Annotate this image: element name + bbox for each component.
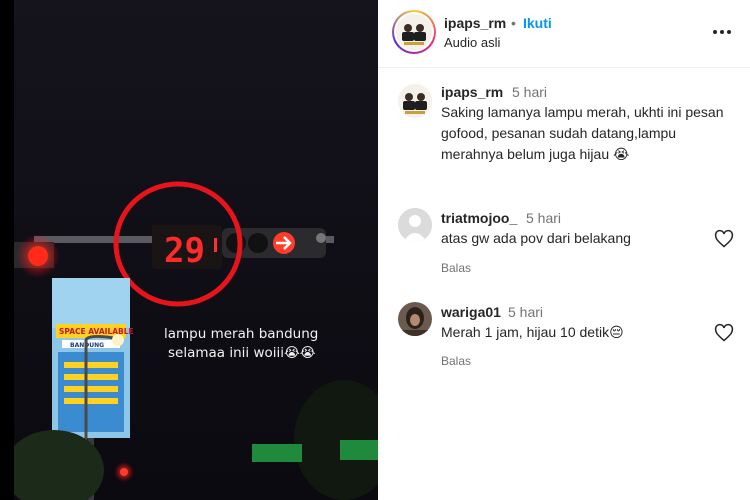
comment-text: Merah 1 jam, hijau 10 detik😔 xyxy=(441,324,624,340)
default-avatar-icon xyxy=(398,208,432,242)
comment-text: atas gw ada pov dari belakang xyxy=(441,230,631,246)
comment-item: triatmojoo_ 5 hari atas gw ada pov dari … xyxy=(378,206,750,286)
comment-time: 5 hari xyxy=(526,210,562,226)
caption-username[interactable]: ipaps_rm xyxy=(441,84,503,100)
countdown-digits: 29 xyxy=(164,231,205,271)
like-heart-icon[interactable] xyxy=(714,229,734,249)
video-panel[interactable]: 29 SPACE AVAILABLE BANDUNG lampu merah b… xyxy=(0,0,378,500)
post-details: ipaps_rm • Ikuti Audio asli ipaps_rm 5 h… xyxy=(378,0,750,500)
caption-text: Saking lamanya lampu merah, ukhti ini pe… xyxy=(441,104,724,162)
video-letterbox xyxy=(0,0,14,500)
profile-avatar[interactable] xyxy=(392,10,436,54)
comment-username[interactable]: triatmojoo_ xyxy=(441,210,517,226)
post-header: ipaps_rm • Ikuti Audio asli xyxy=(378,0,750,68)
comment-time: 5 hari xyxy=(508,304,544,320)
comment-avatar[interactable] xyxy=(398,208,432,242)
caption-avatar[interactable] xyxy=(398,84,432,118)
follow-button[interactable]: Ikuti xyxy=(523,15,552,31)
like-heart-icon[interactable] xyxy=(714,323,734,343)
more-options-icon[interactable] xyxy=(710,22,734,42)
video-frame: 29 SPACE AVAILABLE BANDUNG lampu merah b… xyxy=(14,0,378,500)
svg-text:SPACE AVAILABLE: SPACE AVAILABLE xyxy=(59,327,134,336)
comment-avatar[interactable] xyxy=(398,302,432,336)
caption-time: 5 hari xyxy=(512,84,548,100)
comment-username[interactable]: wariga01 xyxy=(441,304,501,320)
comment-item: wariga01 5 hari Merah 1 jam, hijau 10 de… xyxy=(378,300,750,380)
avatar-image xyxy=(398,84,432,118)
video-player[interactable]: 29 SPACE AVAILABLE BANDUNG lampu merah b… xyxy=(14,0,378,500)
header-username[interactable]: ipaps_rm xyxy=(444,15,506,31)
header-separator: • xyxy=(511,15,516,31)
audio-link[interactable]: Audio asli xyxy=(444,35,500,50)
avatar-image xyxy=(398,302,432,336)
avatar-image xyxy=(396,14,432,50)
reply-button[interactable]: Balas xyxy=(441,261,471,275)
video-overlay-line1: lampu merah bandung xyxy=(164,326,318,342)
reply-button[interactable]: Balas xyxy=(441,354,471,368)
caption: ipaps_rm 5 hari Saking lamanya lampu mer… xyxy=(378,80,750,190)
video-overlay-line2: selamaa inii woiii😭😭 xyxy=(168,345,316,361)
